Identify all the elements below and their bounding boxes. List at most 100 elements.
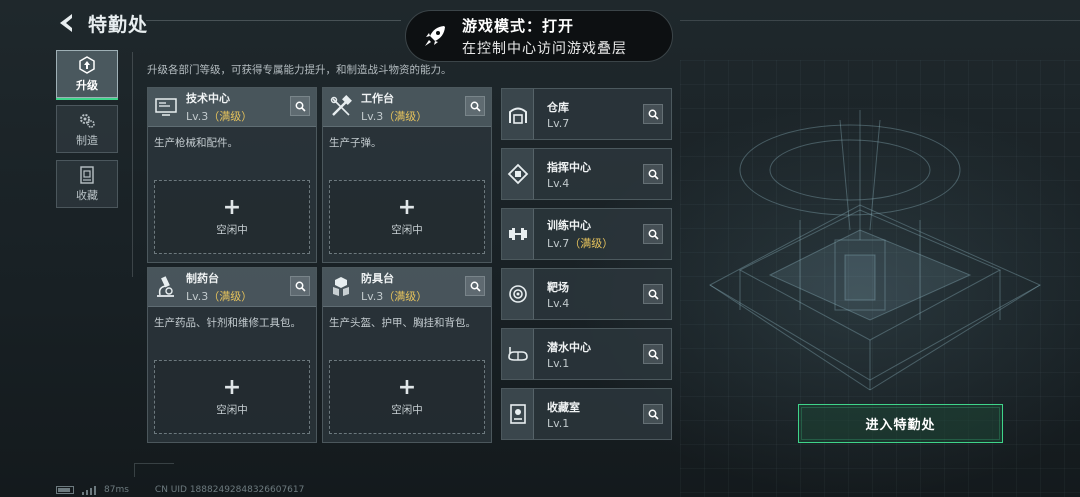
header-divider-right <box>680 20 1080 21</box>
gears-icon <box>80 113 95 128</box>
card-description: 生产药品、针剂和维修工具包。 <box>154 317 301 329</box>
card-armor-bench[interactable]: 防具台 Lv.3（满级） 生产头盔、护甲、胸挂和背包。 + 空闲中 <box>322 267 492 443</box>
facility-name: 训练中心 <box>547 219 591 232</box>
tab-collection-label: 收藏 <box>76 188 98 202</box>
facility-command-center[interactable]: 指挥中心 Lv.4 <box>501 148 672 200</box>
production-slot[interactable]: + 空闲中 <box>154 180 310 254</box>
production-slot[interactable]: + 空闲中 <box>154 360 310 434</box>
plus-icon: + <box>397 374 417 400</box>
upgrade-icon <box>79 55 95 74</box>
inspect-button[interactable] <box>643 104 663 124</box>
facility-icon-box <box>502 389 534 439</box>
facility-level: Lv.7 <box>547 116 570 130</box>
card-header: 技术中心 Lv.3（满级） <box>148 88 316 127</box>
tab-upgrade[interactable]: 升级 <box>56 50 118 100</box>
inspect-button[interactable] <box>643 284 663 304</box>
inspect-button[interactable] <box>465 96 485 116</box>
card-workbench[interactable]: 工作台 Lv.3（满级） 生产子弹。 + 空闲中 <box>322 87 492 263</box>
search-icon <box>648 109 659 120</box>
search-icon <box>295 281 306 292</box>
user-uid: CN UID 18882492848326607617 <box>154 485 305 495</box>
card-level: Lv.3（满级） <box>186 290 253 303</box>
inspect-button[interactable] <box>290 96 310 116</box>
facility-collection-room[interactable]: 收藏室 Lv.1 <box>501 388 672 440</box>
inspect-button[interactable] <box>643 404 663 424</box>
production-slot[interactable]: + 空闲中 <box>329 180 485 254</box>
inspect-button[interactable] <box>643 344 663 364</box>
facility-level: Lv.7（满级） <box>547 237 614 250</box>
card-description: 生产子弹。 <box>329 137 382 149</box>
card-level: Lv.3（满级） <box>361 290 428 303</box>
workbench-icon <box>330 95 352 116</box>
card-level: Lv.3（满级） <box>361 110 428 123</box>
inspect-button[interactable] <box>643 224 663 244</box>
status-footer: 87ms CN UID 18882492848326607617 <box>56 485 304 495</box>
facility-name: 指挥中心 <box>547 160 591 174</box>
card-name: 技术中心 <box>186 92 230 105</box>
armor-icon <box>333 277 349 296</box>
warehouse-icon <box>508 107 527 124</box>
ping-value: 87ms <box>104 485 129 495</box>
search-icon <box>648 349 659 360</box>
search-icon <box>648 289 659 300</box>
rocket-icon <box>425 26 445 46</box>
collection-icon <box>80 165 94 184</box>
card-name: 制药台 <box>186 272 219 285</box>
inspect-button[interactable] <box>290 276 310 296</box>
search-icon <box>295 101 306 112</box>
facility-level: Lv.1 <box>547 356 570 370</box>
dumbbell-icon <box>508 228 527 240</box>
card-tech-center[interactable]: 技术中心 Lv.3（满级） 生产枪械和配件。 + 空闲中 <box>147 87 317 263</box>
search-icon <box>648 229 659 240</box>
trophy-icon <box>509 404 526 424</box>
card-header: 制药台 Lv.3（满级） <box>148 268 316 307</box>
card-name: 防具台 <box>361 272 394 285</box>
header-divider <box>146 20 401 21</box>
card-level: Lv.3（满级） <box>186 110 253 123</box>
facility-icon-box <box>502 89 534 139</box>
search-icon <box>648 169 659 180</box>
inspect-button[interactable] <box>643 164 663 184</box>
header: 特勤处 <box>56 8 148 38</box>
facility-diving-center[interactable]: 潜水中心 Lv.1 <box>501 328 672 380</box>
target-icon <box>508 285 527 303</box>
slot-status: 空闲中 <box>216 403 248 416</box>
inspect-button[interactable] <box>465 276 485 296</box>
tab-collection[interactable]: 收藏 <box>56 160 118 208</box>
slot-status: 空闲中 <box>216 223 248 236</box>
tab-craft[interactable]: 制造 <box>56 105 118 153</box>
facility-level: Lv.1 <box>547 416 570 430</box>
microscope-icon <box>157 276 174 297</box>
facility-name: 潜水中心 <box>547 340 591 354</box>
facility-level: Lv.4 <box>547 296 570 310</box>
sidebar-divider <box>132 52 133 277</box>
tab-craft-label: 制造 <box>76 133 98 147</box>
enter-special-ops-button[interactable]: 进入特勤处 <box>798 404 1003 443</box>
tab-upgrade-label: 升级 <box>76 78 98 92</box>
goggles-icon <box>507 347 528 361</box>
facility-name: 靶场 <box>547 280 569 294</box>
slot-status: 空闲中 <box>391 223 423 236</box>
card-header: 工作台 Lv.3（满级） <box>323 88 491 127</box>
game-mode-toast: 游戏模式：打开 在控制中心访问游戏叠层 <box>405 10 673 62</box>
facility-icon-box <box>502 269 534 319</box>
facility-icon-box <box>502 209 534 259</box>
page-title: 特勤处 <box>88 13 149 36</box>
search-icon <box>470 281 481 292</box>
facility-training-center[interactable]: 训练中心 Lv.7（满级） <box>501 208 672 260</box>
decorative-corner <box>134 463 174 477</box>
signal-icon <box>82 485 96 495</box>
chip-icon <box>507 163 528 185</box>
production-slot[interactable]: + 空闲中 <box>329 360 485 434</box>
card-pharmacy[interactable]: 制药台 Lv.3（满级） 生产药品、针剂和维修工具包。 + 空闲中 <box>147 267 317 443</box>
search-icon <box>470 101 481 112</box>
facility-name: 收藏室 <box>547 400 580 414</box>
facility-level: Lv.4 <box>547 176 570 190</box>
facility-icon-box <box>502 149 534 199</box>
toast-subtitle: 在控制中心访问游戏叠层 <box>462 40 627 57</box>
card-header: 防具台 Lv.3（满级） <box>323 268 491 307</box>
facility-shooting-range[interactable]: 靶场 Lv.4 <box>501 268 672 320</box>
facility-warehouse[interactable]: 仓库 Lv.7 <box>501 88 672 140</box>
special-ops-building-illustration <box>708 110 1042 391</box>
back-arrow-icon[interactable] <box>56 12 76 34</box>
